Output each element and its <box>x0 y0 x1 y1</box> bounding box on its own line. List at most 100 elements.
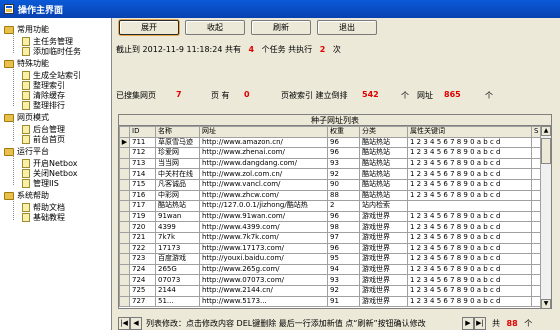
cell-weight[interactable]: 96 <box>327 210 360 223</box>
table-row[interactable]: 721 7k7k http://www.7k7k.com/97 游戏世界 1 2 3 4… <box>119 231 542 244</box>
cell-name[interactable]: 07073 <box>155 274 200 286</box>
cell-category[interactable]: 酷站热站 <box>359 136 408 149</box>
first-record-button[interactable]: |◀ <box>118 317 130 330</box>
cell-keywords[interactable]: 1 2 3 4 5 6 7 8 9 0 a b c d <box>407 178 532 191</box>
row-indicator[interactable] <box>119 168 130 180</box>
expand-button[interactable]: 展开 <box>119 20 179 35</box>
cell-keywords[interactable]: 1 2 3 4 5 6 7 8 9 0 a b c d <box>407 274 532 286</box>
cell-category[interactable]: 酷站热站 <box>359 147 408 159</box>
scroll-down-arrow-icon[interactable]: ▼ <box>541 299 551 308</box>
table-row[interactable]: ▶ 711 草原雪马迹 http://www.amazon.cn/96 酷站热站 1 2 … <box>119 136 542 149</box>
cell-keywords[interactable]: 1 2 3 4 5 6 7 8 9 0 a b c d <box>407 157 532 170</box>
row-indicator[interactable] <box>119 147 130 159</box>
cell-id[interactable]: 713 <box>129 157 156 170</box>
cell-url[interactable]: http://www.07073.com/ <box>199 274 328 286</box>
cell-category[interactable]: 游戏世界 <box>359 263 408 276</box>
cell-category[interactable]: 站内检索 <box>359 200 408 212</box>
row-indicator[interactable] <box>119 274 130 286</box>
table-row[interactable]: 715 凡客诚品 http://www.vancl.com/90 酷站热站 1 2 3 … <box>119 178 542 191</box>
cell-id[interactable]: 725 <box>129 284 156 297</box>
row-indicator[interactable] <box>119 189 130 202</box>
row-indicator[interactable] <box>119 263 130 276</box>
cell-id[interactable]: 721 <box>129 231 156 244</box>
cell-keywords[interactable]: 1 2 3 4 5 6 7 8 9 0 a b c d <box>407 147 532 159</box>
cell-category[interactable]: 游戏世界 <box>359 242 408 255</box>
cell-name[interactable]: 草原雪马迹 <box>155 136 200 149</box>
table-row[interactable]: 722 17173 http://www.17173.com/96 游戏世界 1 2 3… <box>119 242 542 255</box>
prev-record-button[interactable]: ◀ <box>130 317 142 330</box>
cell-name[interactable]: 51... <box>155 295 200 308</box>
cell-keywords[interactable]: 1 2 3 4 5 6 7 8 9 0 a b c d <box>407 263 532 276</box>
cell-weight[interactable]: 90 <box>327 178 360 191</box>
refresh-button[interactable]: 刷新 <box>251 20 311 35</box>
cell-weight[interactable]: 97 <box>327 231 360 244</box>
tree-group-platform[interactable]: 运行平台 <box>4 146 49 157</box>
row-indicator[interactable] <box>119 231 130 244</box>
table-row[interactable]: 720 4399 http://www.4399.com/98 游戏世界 1 2 3 4… <box>119 221 542 233</box>
cell-weight[interactable]: 2 <box>327 200 360 212</box>
cell-id[interactable]: 723 <box>129 253 156 265</box>
row-indicator[interactable] <box>119 295 130 308</box>
grid-vertical-scrollbar[interactable]: ▲ ▼ <box>540 126 551 308</box>
cell-url[interactable]: http://www.5173... <box>199 295 328 308</box>
cell-keywords[interactable]: 1 2 3 4 5 6 7 8 9 0 a b c d <box>407 221 532 233</box>
tree-item-ranking[interactable]: 整理排行 <box>22 100 65 111</box>
cell-name[interactable]: 中彩网 <box>155 189 200 202</box>
cell-category[interactable]: 酷站热站 <box>359 189 408 202</box>
row-indicator[interactable] <box>119 253 130 265</box>
cell-id[interactable]: 720 <box>129 221 156 233</box>
table-row[interactable]: 724 265G http://www.265g.com/94 游戏世界 1 2 3 4… <box>119 263 542 276</box>
tree-item-frontend[interactable]: 前台首页 <box>22 134 65 145</box>
cell-url[interactable]: http://www.91wan.com/ <box>199 210 328 223</box>
cell-keywords[interactable]: 1 2 3 4 5 6 7 8 9 0 a b c d <box>407 136 532 149</box>
cell-id[interactable]: 714 <box>129 168 156 180</box>
cell-id[interactable]: 724 <box>129 263 156 276</box>
tree-item-tutorial[interactable]: 基础教程 <box>22 212 65 223</box>
cell-name[interactable]: 凡客诚品 <box>155 178 200 191</box>
cell-category[interactable]: 游戏世界 <box>359 210 408 223</box>
cell-category[interactable]: 酷站热站 <box>359 178 408 191</box>
column-header-keywords[interactable]: 属性关键词 <box>407 126 532 138</box>
cell-url[interactable]: http://www.zhcw.com/ <box>199 189 328 202</box>
cell-id[interactable]: 711 <box>129 136 156 149</box>
cell-weight[interactable]: 93 <box>327 274 360 286</box>
table-row[interactable]: 717 酷站热站 http://127.0.0.1/jizhong/酷站热 2 站内检索 <box>119 200 542 212</box>
row-indicator[interactable] <box>119 200 130 212</box>
table-row[interactable]: 714 中关村在线 http://www.zol.com.cn/92 酷站热站 1 2 … <box>119 168 542 180</box>
cell-name[interactable]: 7k7k <box>155 231 200 244</box>
cell-weight[interactable]: 91 <box>327 295 360 308</box>
tree-group-special[interactable]: 特殊功能 <box>4 58 49 69</box>
cell-weight[interactable]: 95 <box>327 253 360 265</box>
column-header-category[interactable]: 分类 <box>359 126 408 138</box>
row-indicator[interactable] <box>119 157 130 170</box>
cell-weight[interactable]: 98 <box>327 221 360 233</box>
cell-weight[interactable]: 96 <box>327 136 360 149</box>
cell-id[interactable]: 727 <box>129 295 156 308</box>
cell-category[interactable]: 酷站热站 <box>359 168 408 180</box>
tree-item-manage-iis[interactable]: 管理IIS <box>22 178 59 189</box>
table-row[interactable]: 727 51... http://www.5173... 91 游戏世界 1 2 3 4 … <box>119 295 542 308</box>
table-row[interactable]: 723 百度游戏 http://youxi.baidu.com/95 游戏世界 1 2 … <box>119 253 542 265</box>
cell-id[interactable]: 717 <box>129 200 156 212</box>
collapse-button[interactable]: 收起 <box>185 20 245 35</box>
cell-keywords[interactable]: 1 2 3 4 5 6 7 8 9 0 a b c d <box>407 295 532 308</box>
cell-url[interactable]: http://www.4399.com/ <box>199 221 328 233</box>
cell-keywords[interactable]: 1 2 3 4 5 6 7 8 9 0 a b c d <box>407 284 532 297</box>
cell-url[interactable]: http://www.17173.com/ <box>199 242 328 255</box>
table-row[interactable]: 724 07073 http://www.07073.com/93 游戏世界 1 2 3… <box>119 274 542 286</box>
cell-id[interactable]: 719 <box>129 210 156 223</box>
cell-url[interactable]: http://www.amazon.cn/ <box>199 136 328 149</box>
cell-category[interactable]: 游戏世界 <box>359 253 408 265</box>
cell-url[interactable]: http://www.7k7k.com/ <box>199 231 328 244</box>
cell-name[interactable]: 17173 <box>155 242 200 255</box>
cell-name[interactable]: 2144 <box>155 284 200 297</box>
cell-url[interactable]: http://www.dangdang.com/ <box>199 157 328 170</box>
cell-weight[interactable]: 93 <box>327 157 360 170</box>
cell-keywords[interactable]: 1 2 3 4 5 6 7 8 9 0 a b c d <box>407 189 532 202</box>
cell-weight[interactable]: 96 <box>327 147 360 159</box>
cell-name[interactable]: 当当网 <box>155 157 200 170</box>
cell-url[interactable]: http://www.zol.com.cn/ <box>199 168 328 180</box>
cell-url[interactable]: http://youxi.baidu.com/ <box>199 253 328 265</box>
cell-category[interactable]: 游戏世界 <box>359 284 408 297</box>
row-indicator[interactable]: ▶ <box>119 136 130 149</box>
